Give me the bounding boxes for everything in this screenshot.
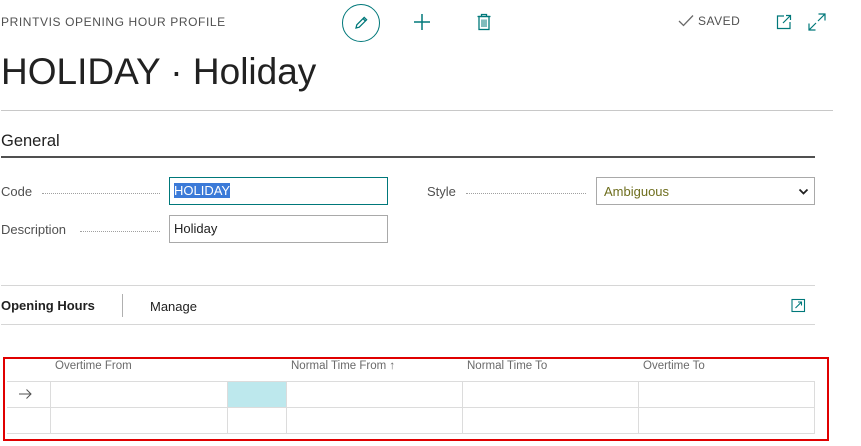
title-divider [1,110,833,111]
plus-icon [414,14,430,30]
description-field[interactable]: Holiday [169,215,388,243]
code-leader-dots [42,193,160,194]
delete-button[interactable] [472,10,496,34]
code-label: Code [1,184,33,199]
saved-label: SAVED [698,14,741,28]
open-new-window-button[interactable] [775,13,793,31]
check-icon [678,15,694,27]
code-field[interactable]: HOLIDAY [169,177,388,205]
description-label: Description [1,222,67,237]
section-title-general[interactable]: General [1,132,60,151]
style-value: Ambiguous [604,184,670,199]
saved-status: SAVED [678,14,740,28]
style-leader-dots [466,193,586,194]
edit-icon [355,16,368,29]
manage-menu[interactable]: Manage [150,299,197,314]
code-value: HOLIDAY [174,183,231,198]
lines-bottom-divider [1,324,815,325]
style-label: Style [427,184,456,199]
expand-icon [808,13,826,31]
page-caption: PRINTVIS OPENING HOUR PROFILE [1,15,226,29]
tab-opening-hours[interactable]: Opening Hours [1,298,95,313]
highlight-frame [3,357,829,441]
new-button[interactable] [410,10,434,34]
popout-icon [776,14,792,30]
description-value: Holiday [174,221,218,236]
lines-top-divider [1,285,815,286]
section-divider [1,156,815,158]
popout-icon[interactable] [791,298,806,313]
description-leader-dots [80,231,160,232]
trash-icon [477,13,491,31]
style-select[interactable]: Ambiguous [596,177,815,205]
tab-separator [122,294,123,317]
chevron-down-icon [798,188,809,195]
expand-button[interactable] [807,12,827,32]
page-title: HOLIDAY · Holiday [1,51,317,92]
edit-button[interactable] [342,4,380,42]
